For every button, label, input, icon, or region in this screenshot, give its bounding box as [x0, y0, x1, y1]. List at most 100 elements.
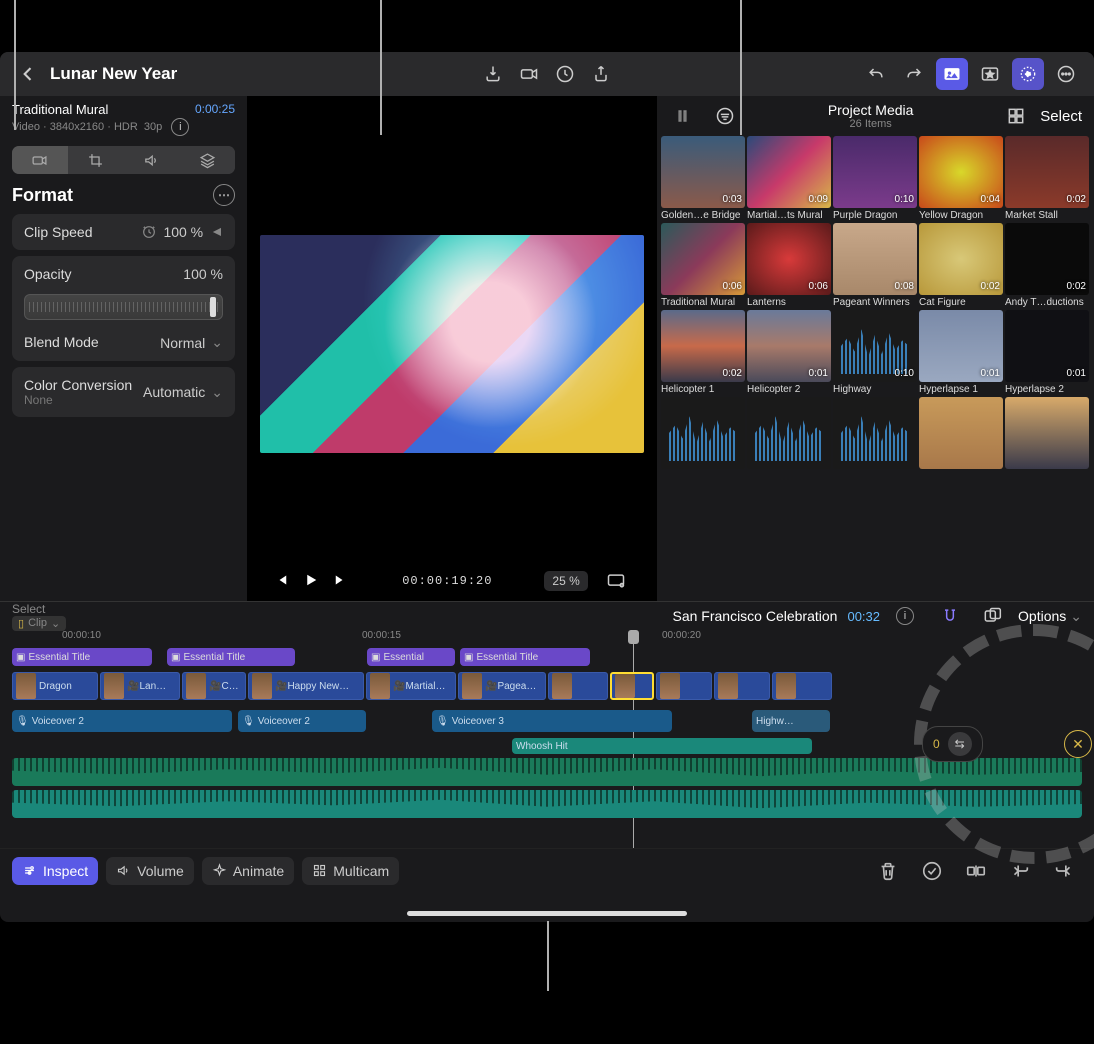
trim-end-button[interactable] [1046, 853, 1082, 889]
inspector-tab-segment[interactable] [12, 146, 235, 174]
snapping-button[interactable] [976, 600, 1008, 632]
video-clip[interactable]: 🎥Happy New… [248, 672, 364, 700]
viewer-zoom[interactable]: 25 % [544, 571, 587, 591]
browser-clip[interactable]: 0:02Market Stall [1005, 136, 1089, 221]
inspect-button[interactable]: Inspect [12, 857, 98, 885]
browser-clip[interactable]: 0:04Yellow Dragon [919, 136, 1003, 221]
browser-clip[interactable] [919, 397, 1003, 471]
video-clip[interactable] [656, 672, 712, 700]
browser-clip[interactable]: 0:06Lanterns [747, 223, 831, 308]
opacity-slider[interactable] [24, 294, 223, 320]
split-button[interactable] [958, 853, 994, 889]
clip-metadata: Video · 3840x2160 · HDR 30p i [12, 118, 235, 136]
top-toolbar: Lunar New Year [0, 52, 1094, 96]
video-clip[interactable]: 🎥Martial… [366, 672, 456, 700]
browser-clip[interactable]: 0:06Traditional Mural [661, 223, 745, 308]
format-heading: Format [12, 185, 73, 206]
delete-button[interactable] [870, 853, 906, 889]
video-tab[interactable] [12, 146, 68, 174]
browser-clip[interactable] [661, 397, 745, 471]
browser-clip[interactable]: 0:02Helicopter 1 [661, 310, 745, 395]
music-clip[interactable] [12, 758, 1082, 786]
timeline-ruler[interactable]: 00:00:10 00:00:15 00:00:20 [12, 630, 1082, 648]
volume-button[interactable]: Volume [106, 857, 194, 885]
browser-clip[interactable]: 0:10Highway [833, 310, 917, 395]
enable-button[interactable] [914, 853, 950, 889]
audio-tab[interactable] [124, 146, 180, 174]
title-clip[interactable]: ▣ Essential [367, 648, 455, 666]
audio-clip[interactable]: Highw… [752, 710, 830, 732]
swap-icon[interactable]: ⇆ [948, 732, 972, 756]
viewer-display-options[interactable] [600, 565, 632, 597]
back-button[interactable] [12, 58, 44, 90]
bottom-bar: Inspect Volume Animate Multicam [0, 848, 1094, 892]
timeline-options[interactable]: Options⌄ [1018, 608, 1082, 625]
title-clip[interactable]: ▣ Essential Title [12, 648, 152, 666]
clip-speed-row[interactable]: Clip Speed 100 % ▲ [12, 214, 235, 250]
browser-clip[interactable]: 0:02Cat Figure [919, 223, 1003, 308]
next-frame-button[interactable] [332, 571, 350, 592]
trim-start-button[interactable] [1002, 853, 1038, 889]
format-more-icon[interactable]: ⋯ [213, 184, 235, 206]
music-clip[interactable] [12, 790, 1082, 818]
animate-button[interactable]: Animate [202, 857, 294, 885]
clip-name: Traditional Mural [12, 102, 108, 117]
jog-value[interactable]: 0⇆ [922, 726, 983, 762]
video-clip[interactable] [772, 672, 832, 700]
video-clip[interactable]: 🎥Lan… [100, 672, 180, 700]
layers-tab[interactable] [179, 146, 235, 174]
video-clip[interactable]: Dragon [12, 672, 98, 700]
import-button[interactable] [477, 58, 509, 90]
title-clip[interactable]: ▣ Essential Title [460, 648, 590, 666]
timeline-clip-chip[interactable]: ▯Clip ⌄ [12, 616, 66, 631]
browser-clip[interactable]: 0:01Hyperlapse 2 [1005, 310, 1089, 395]
info-icon[interactable]: i [171, 118, 189, 136]
magnetic-button[interactable] [934, 600, 966, 632]
crop-tab[interactable] [68, 146, 124, 174]
redo-button[interactable] [898, 58, 930, 90]
browser-clip[interactable]: 0:03Golden…e Bridge [661, 136, 745, 221]
sfx-clip[interactable]: Whoosh Hit [512, 738, 812, 754]
sidebar-toggle[interactable] [669, 100, 701, 132]
browser-clip[interactable]: 0:02Andy T…ductions [1005, 223, 1089, 308]
video-clip[interactable] [714, 672, 770, 700]
audio-clip[interactable]: 🎙 Voiceover 3 [432, 710, 672, 732]
browser-toggle[interactable] [936, 58, 968, 90]
title-clip[interactable]: ▣ Essential Title [167, 648, 295, 666]
video-clip[interactable]: 🎥C… [182, 672, 246, 700]
color-conversion-row[interactable]: Color ConversionNone Automatic ⌄ [12, 367, 235, 417]
browser-select-button[interactable]: Select [1040, 108, 1082, 125]
favorites-toggle[interactable] [974, 58, 1006, 90]
multicam-button[interactable]: Multicam [302, 857, 399, 885]
effects-button[interactable] [549, 58, 581, 90]
timeline-info-icon[interactable]: i [896, 607, 914, 625]
browser-clip[interactable]: 0:01Hyperlapse 1 [919, 310, 1003, 395]
undo-button[interactable] [860, 58, 892, 90]
browser-clip[interactable] [1005, 397, 1089, 471]
more-button[interactable] [1050, 58, 1082, 90]
timeline-project-duration: 00:32 [847, 609, 880, 624]
browser-clip[interactable] [747, 397, 831, 471]
view-mode-button[interactable] [1000, 100, 1032, 132]
viewer-frame[interactable] [260, 235, 644, 453]
play-button[interactable] [302, 571, 320, 592]
browser-clip[interactable]: 0:09Martial…ts Mural [747, 136, 831, 221]
video-clip-selected[interactable] [610, 672, 654, 700]
browser-clip[interactable]: 0:10Purple Dragon [833, 136, 917, 221]
timeline-panel: Select ▯Clip ⌄ San Francisco Celebration… [0, 601, 1094, 848]
browser-clip[interactable]: 0:08Pageant Winners [833, 223, 917, 308]
prev-frame-button[interactable] [272, 571, 290, 592]
viewer-timecode[interactable]: 00:00:19:20 [394, 572, 500, 590]
share-button[interactable] [585, 58, 617, 90]
camera-button[interactable] [513, 58, 545, 90]
browser-clip[interactable] [833, 397, 917, 471]
jog-wheel-toggle[interactable] [1012, 58, 1044, 90]
jog-close-button[interactable]: ✕ [1064, 730, 1092, 758]
audio-clip[interactable]: 🎙 Voiceover 2 [238, 710, 366, 732]
audio-clip[interactable]: 🎙 Voiceover 2 [12, 710, 232, 732]
browser-clip[interactable]: 0:01Helicopter 2 [747, 310, 831, 395]
video-clip[interactable]: 🎥Pagea… [458, 672, 546, 700]
blend-mode-select[interactable]: Normal ⌄ [160, 334, 223, 351]
filter-button[interactable] [709, 100, 741, 132]
video-clip[interactable] [548, 672, 608, 700]
